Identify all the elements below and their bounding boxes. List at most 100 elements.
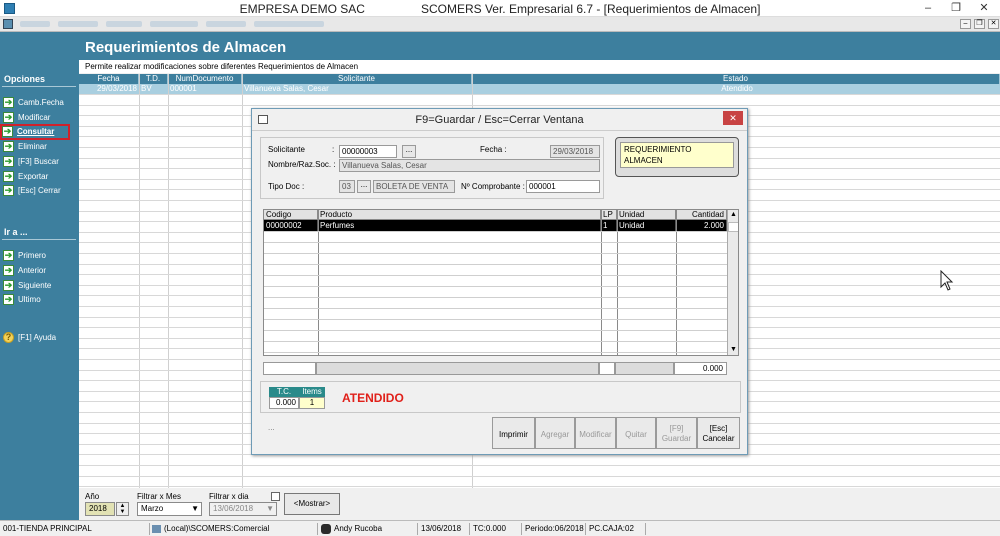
status-badge-frame: REQUERIMIENTO ALMACEN — [615, 137, 739, 177]
sidebar-item-siguiente[interactable]: ➔ Siguiente — [3, 280, 77, 292]
mdi-restore-button[interactable]: ❐ — [974, 19, 985, 29]
fecha-field[interactable]: 29/03/2018 — [550, 145, 600, 158]
totals-codigo — [263, 362, 316, 375]
sidebar-item-consultar[interactable]: ➔ Consultar — [0, 124, 70, 140]
items-header-codigo[interactable]: Codigo — [264, 210, 318, 220]
sidebar-item-primero[interactable]: ➔ Primero — [3, 250, 77, 262]
items-cell-unidad[interactable]: Unidad — [617, 220, 676, 231]
year-spinner[interactable]: ▲ ▼ — [116, 502, 129, 516]
items-scrollbar[interactable]: ▲ ▼ — [727, 210, 738, 355]
items-header-lp[interactable]: LP — [601, 210, 617, 220]
cancel-button[interactable]: [Esc] Cancelar — [697, 417, 740, 449]
remove-button[interactable]: Quitar — [616, 417, 656, 449]
table-cell-fecha[interactable]: 29/03/2018 — [79, 84, 139, 94]
menu-item-blurred[interactable] — [206, 21, 246, 27]
sidebar-item-eliminar[interactable]: ➔ Eliminar — [3, 141, 77, 153]
chevron-down-icon: ▼ — [191, 504, 199, 513]
modify-button[interactable]: Modificar — [575, 417, 616, 449]
dialog-icon — [258, 115, 268, 124]
arrow-right-icon: ➔ — [3, 156, 14, 167]
sidebar-item-modificar[interactable]: ➔ Modificar — [3, 112, 77, 124]
tc-header: T.C. — [269, 387, 299, 397]
tipo-doc-lookup-button[interactable]: ... — [357, 180, 371, 193]
minimize-button[interactable]: – — [914, 0, 942, 17]
app-title: SCOMERS Ver. Empresarial 6.7 - [Requerim… — [420, 2, 761, 16]
sidebar-item-cerrar[interactable]: ➔ [Esc] Cerrar — [3, 185, 77, 197]
solicitante-lookup-button[interactable]: ... — [402, 145, 416, 158]
menu-item-blurred[interactable] — [20, 21, 50, 27]
tipo-doc-code[interactable]: 03 — [339, 180, 355, 193]
comprobante-label: Nº Comprobante : — [461, 182, 525, 191]
sidebar-item-ayuda[interactable]: ? [F1] Ayuda — [3, 332, 77, 344]
status-user: Andy Rucoba — [318, 523, 418, 535]
nombre-field[interactable]: Villanueva Salas, Cesar — [339, 159, 600, 172]
items-header-unidad[interactable]: Unidad — [617, 210, 676, 220]
items-cell-codigo[interactable]: 00000002 — [264, 220, 318, 231]
solicitante-field[interactable]: 00000003 — [339, 145, 397, 158]
page-subtitle: Permite realizar modificaciones sobre di… — [79, 60, 1000, 73]
items-header-cantidad[interactable]: Cantidad — [676, 210, 727, 220]
grid-line — [264, 297, 727, 298]
sidebar-item-camb-fecha[interactable]: ➔ Camb.Fecha — [3, 97, 77, 109]
comprobante-field[interactable]: 000001 — [526, 180, 600, 193]
items-cell-lp[interactable]: 1 — [601, 220, 617, 231]
grid-line — [264, 275, 727, 276]
sidebar-item-buscar[interactable]: ➔ [F3] Buscar — [3, 156, 77, 168]
close-button[interactable]: ✕ — [970, 0, 998, 17]
menu-item-blurred[interactable] — [150, 21, 198, 27]
document-type-badge: REQUERIMIENTO ALMACEN — [620, 142, 734, 168]
remove-button-label: Quitar — [625, 430, 647, 439]
save-button[interactable]: [F9] Guardar — [656, 417, 697, 449]
arrow-right-icon: ➔ — [3, 97, 14, 108]
mdi-close-button[interactable]: ✕ — [988, 19, 999, 29]
scroll-thumb[interactable] — [728, 222, 738, 232]
items-header: Items — [299, 387, 325, 397]
month-select[interactable]: Marzo ▼ — [137, 502, 202, 516]
day-select[interactable]: 13/06/2018 ▼ — [209, 502, 277, 516]
column-header-fecha[interactable]: Fecha — [79, 74, 139, 84]
menu-item-blurred[interactable] — [58, 21, 98, 27]
mdi-minimize-button[interactable]: – — [960, 19, 971, 29]
arrow-right-icon: ➔ — [3, 250, 14, 261]
table-cell-estado[interactable]: Atendido — [472, 84, 1000, 94]
sidebar-item-ultimo[interactable]: ➔ Ultimo — [3, 294, 77, 306]
menu-item-blurred[interactable] — [254, 21, 324, 27]
day-filter-checkbox[interactable] — [271, 492, 280, 501]
print-button-label: Imprimir — [499, 430, 528, 439]
tc-value: 0.000 — [269, 397, 299, 409]
sidebar-item-anterior[interactable]: ➔ Anterior — [3, 265, 77, 277]
modify-button-label: Modificar — [579, 430, 612, 439]
items-cell-producto[interactable]: Perfumes — [318, 220, 601, 231]
table-cell-td[interactable]: BV — [139, 84, 168, 94]
show-button[interactable]: <Mostrar> — [284, 493, 340, 515]
scroll-down-icon[interactable]: ▼ — [728, 345, 738, 355]
scroll-up-icon[interactable]: ▲ — [728, 210, 738, 220]
sidebar-item-exportar[interactable]: ➔ Exportar — [3, 171, 77, 183]
column-header-td[interactable]: T.D. — [139, 74, 168, 84]
grid-line — [264, 253, 727, 254]
month-filter-label: Filtrar x Mes — [137, 492, 181, 501]
status-database: (Local)\SCOMERS:Comercial — [150, 523, 318, 535]
items-cell-cantidad[interactable]: 2.000 — [676, 220, 727, 231]
summary-frame — [260, 381, 741, 413]
solicitante-label: Solicitante — [268, 145, 305, 154]
company-name: EMPRESA DEMO SAC — [239, 2, 365, 16]
year-field[interactable]: 2018 — [85, 502, 115, 516]
dialog-close-button[interactable]: ✕ — [723, 111, 743, 125]
add-button[interactable]: Agregar — [535, 417, 575, 449]
grid-line — [264, 319, 727, 320]
arrow-right-icon: ➔ — [3, 294, 14, 305]
menu-item-blurred[interactable] — [106, 21, 142, 27]
grid-line — [79, 476, 1000, 477]
column-header-numdocumento[interactable]: NumDocumento — [168, 74, 242, 84]
print-button[interactable]: Imprimir — [492, 417, 535, 449]
document-state: ATENDIDO — [342, 391, 404, 405]
column-header-solicitante[interactable]: Solicitante — [242, 74, 472, 84]
items-table[interactable]: Codigo Producto LP Unidad Cantidad 00000… — [263, 209, 739, 356]
column-header-estado[interactable]: Estado — [472, 74, 1000, 84]
table-cell-numdocumento[interactable]: 000001 — [168, 84, 242, 94]
table-cell-solicitante[interactable]: Villanueva Salas, Cesar — [242, 84, 472, 94]
restore-button[interactable]: ❐ — [942, 0, 970, 17]
grid-line — [264, 330, 727, 331]
items-header-producto[interactable]: Producto — [318, 210, 601, 220]
